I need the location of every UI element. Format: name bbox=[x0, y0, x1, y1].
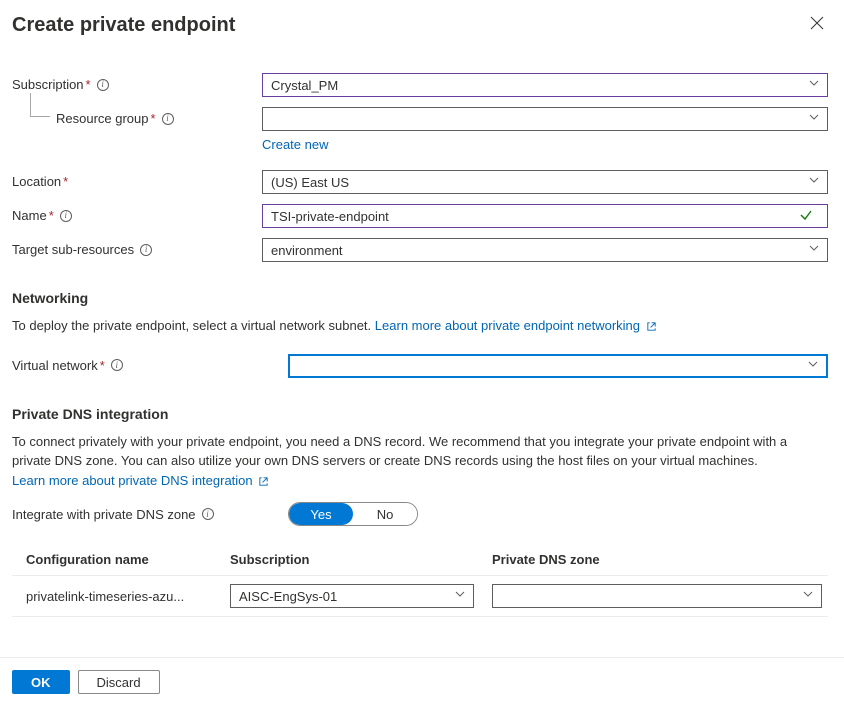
required-indicator: * bbox=[100, 358, 105, 373]
info-icon[interactable]: i bbox=[60, 210, 72, 222]
networking-section-title: Networking bbox=[12, 290, 828, 306]
info-icon[interactable]: i bbox=[111, 359, 123, 371]
chevron-down-icon bbox=[809, 245, 819, 255]
chevron-down-icon bbox=[809, 114, 819, 124]
toggle-no[interactable]: No bbox=[353, 503, 417, 525]
chevron-down-icon bbox=[803, 591, 813, 601]
column-header-zone: Private DNS zone bbox=[492, 552, 828, 567]
networking-description: To deploy the private endpoint, select a… bbox=[12, 316, 828, 338]
name-input[interactable]: TSI-private-endpoint bbox=[262, 204, 828, 228]
networking-learn-more-text: Learn more about private endpoint networ… bbox=[375, 318, 640, 333]
target-sub-resources-label: Target sub-resources bbox=[12, 242, 134, 257]
table-row: privatelink-timeseries-azu... AISC-EngSy… bbox=[12, 576, 828, 617]
dns-zone-select[interactable] bbox=[492, 584, 822, 608]
toggle-yes[interactable]: Yes bbox=[289, 503, 353, 525]
dns-section-title: Private DNS integration bbox=[12, 406, 828, 422]
name-value: TSI-private-endpoint bbox=[271, 209, 389, 224]
target-sub-resources-value: environment bbox=[271, 243, 343, 258]
dns-learn-more-text: Learn more about private DNS integration bbox=[12, 473, 253, 488]
chevron-down-icon bbox=[808, 361, 818, 371]
dns-learn-more-link[interactable]: Learn more about private DNS integration bbox=[12, 473, 269, 488]
info-icon[interactable]: i bbox=[140, 244, 152, 256]
external-link-icon bbox=[646, 318, 657, 338]
chevron-down-icon bbox=[809, 177, 819, 187]
virtual-network-label: Virtual network bbox=[12, 358, 98, 373]
chevron-down-icon bbox=[809, 80, 819, 90]
column-header-subscription: Subscription bbox=[230, 552, 492, 567]
dns-subscription-select[interactable]: AISC-EngSys-01 bbox=[230, 584, 474, 608]
close-button[interactable] bbox=[806, 12, 828, 39]
subscription-label: Subscription bbox=[12, 77, 84, 92]
info-icon[interactable]: i bbox=[97, 79, 109, 91]
required-indicator: * bbox=[86, 77, 91, 92]
create-new-link[interactable]: Create new bbox=[262, 137, 328, 152]
dns-subscription-value: AISC-EngSys-01 bbox=[239, 589, 337, 604]
subscription-select[interactable]: Crystal_PM bbox=[262, 73, 828, 97]
required-indicator: * bbox=[63, 174, 68, 189]
info-icon[interactable]: i bbox=[202, 508, 214, 520]
location-label: Location bbox=[12, 174, 61, 189]
page-title: Create private endpoint bbox=[12, 14, 235, 37]
virtual-network-select[interactable] bbox=[288, 354, 828, 378]
dns-description-text: To connect privately with your private e… bbox=[12, 434, 787, 469]
config-name-cell: privatelink-timeseries-azu... bbox=[26, 589, 230, 604]
location-select[interactable]: (US) East US bbox=[262, 170, 828, 194]
checkmark-icon bbox=[799, 208, 813, 225]
resource-group-select[interactable] bbox=[262, 107, 828, 131]
ok-button[interactable]: OK bbox=[12, 670, 70, 694]
discard-button[interactable]: Discard bbox=[78, 670, 160, 694]
name-label: Name bbox=[12, 208, 47, 223]
resource-group-label: Resource group bbox=[56, 111, 149, 126]
info-icon[interactable]: i bbox=[162, 113, 174, 125]
integrate-dns-label: Integrate with private DNS zone bbox=[12, 507, 196, 522]
subscription-value: Crystal_PM bbox=[271, 78, 338, 93]
chevron-down-icon bbox=[455, 591, 465, 601]
tree-connector bbox=[30, 93, 50, 117]
networking-description-text: To deploy the private endpoint, select a… bbox=[12, 318, 371, 333]
required-indicator: * bbox=[151, 111, 156, 126]
column-header-config: Configuration name bbox=[26, 552, 230, 567]
external-link-icon bbox=[258, 473, 269, 493]
dns-config-table: Configuration name Subscription Private … bbox=[12, 546, 828, 617]
target-sub-resources-select[interactable]: environment bbox=[262, 238, 828, 262]
close-icon bbox=[810, 16, 824, 30]
integrate-dns-toggle[interactable]: Yes No bbox=[288, 502, 418, 526]
networking-learn-more-link[interactable]: Learn more about private endpoint networ… bbox=[375, 318, 657, 333]
location-value: (US) East US bbox=[271, 175, 349, 190]
required-indicator: * bbox=[49, 208, 54, 223]
